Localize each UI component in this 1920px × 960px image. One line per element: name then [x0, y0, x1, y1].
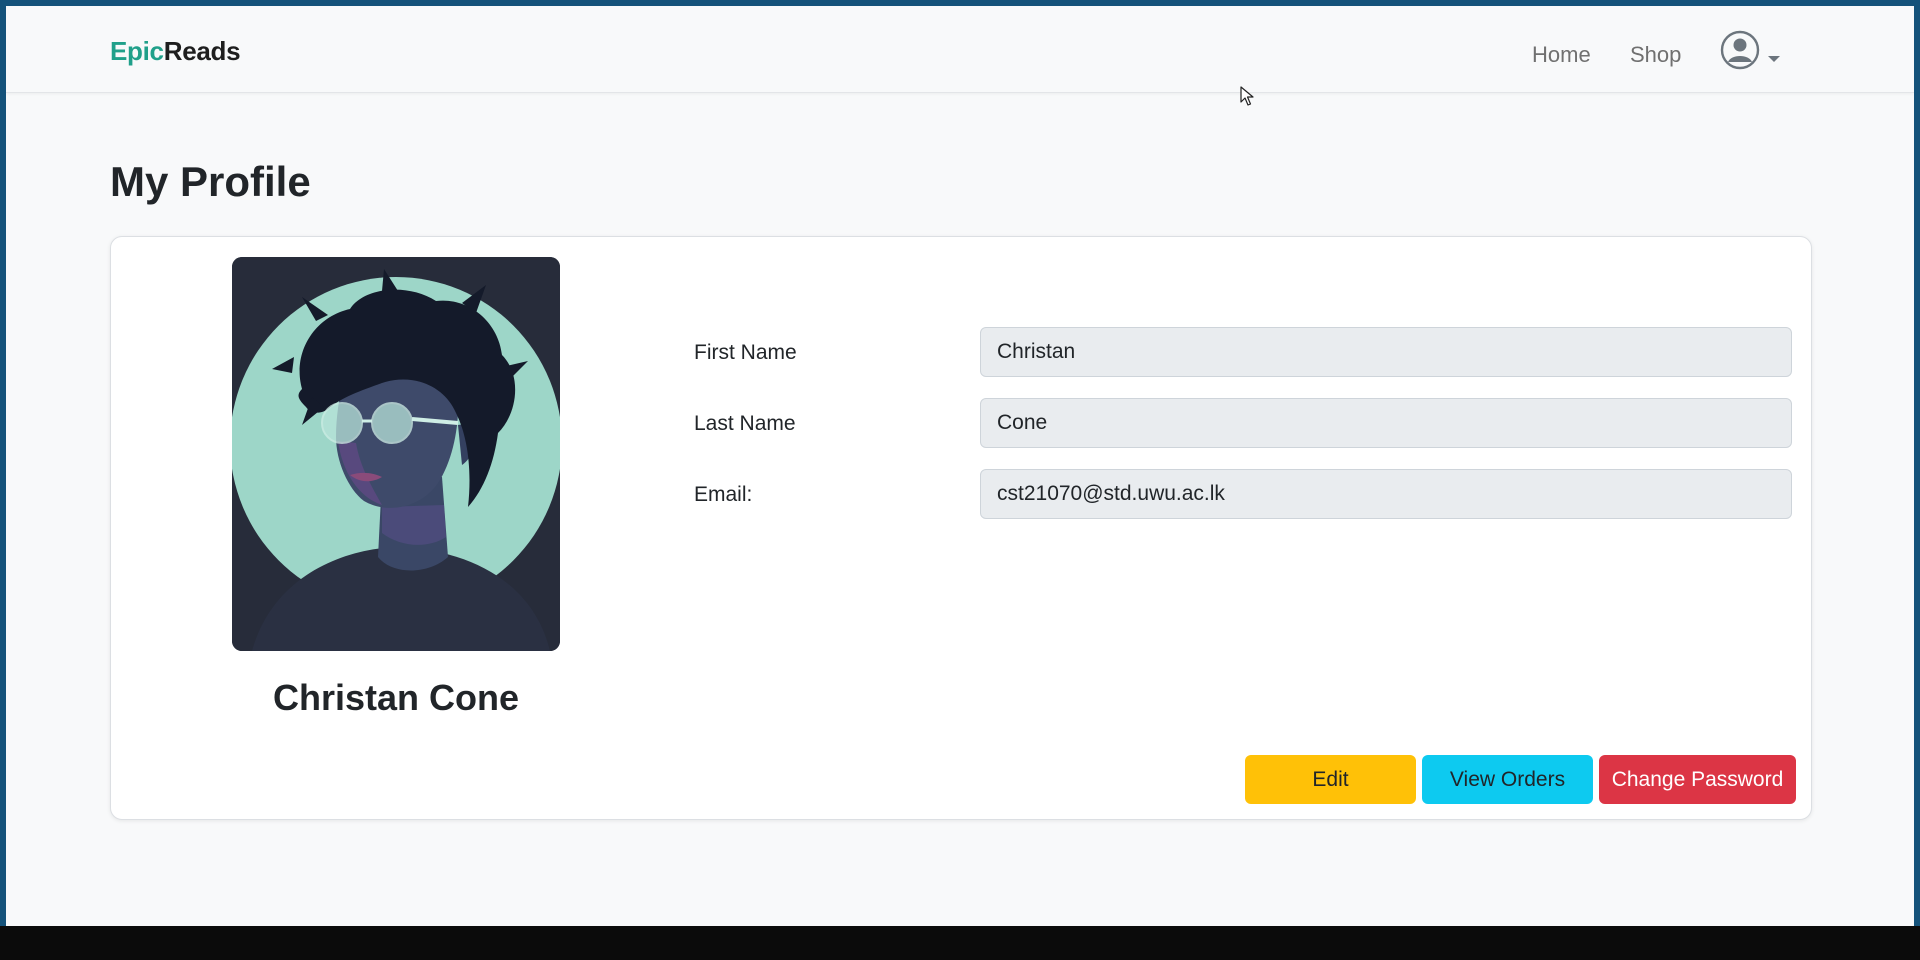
view-orders-button[interactable]: View Orders [1422, 755, 1593, 804]
last-name-field[interactable] [980, 398, 1792, 448]
taskbar-strip [0, 926, 1920, 960]
top-navbar: EpicReads Home Shop [6, 6, 1914, 93]
user-menu-dropdown[interactable] [1720, 30, 1784, 74]
nav-shop-link[interactable]: Shop [1630, 42, 1681, 68]
change-password-button[interactable]: Change Password [1599, 755, 1796, 804]
brand-text-epic: Epic [110, 36, 164, 66]
nav-home-link[interactable]: Home [1532, 42, 1591, 68]
brand-text-reads: Reads [163, 36, 241, 66]
last-name-label: Last Name [694, 412, 796, 435]
mouse-cursor-icon [1240, 86, 1254, 106]
edit-button[interactable]: Edit [1245, 755, 1416, 804]
profile-card: Christan Cone First Name Last Name Email… [110, 236, 1812, 820]
profile-full-name: Christan Cone [272, 677, 520, 718]
first-name-field[interactable] [980, 327, 1792, 377]
user-circle-icon [1720, 30, 1760, 70]
email-label: Email: [694, 483, 753, 506]
first-name-label: First Name [694, 341, 797, 364]
brand-logo[interactable]: EpicReads [110, 36, 241, 67]
chevron-down-icon [1768, 56, 1780, 62]
browser-window: EpicReads Home Shop My Profile Christan … [6, 6, 1914, 926]
email-field[interactable] [980, 469, 1792, 519]
profile-avatar [232, 257, 560, 651]
page-title: My Profile [110, 158, 311, 205]
profile-portrait-illustration [232, 257, 560, 651]
